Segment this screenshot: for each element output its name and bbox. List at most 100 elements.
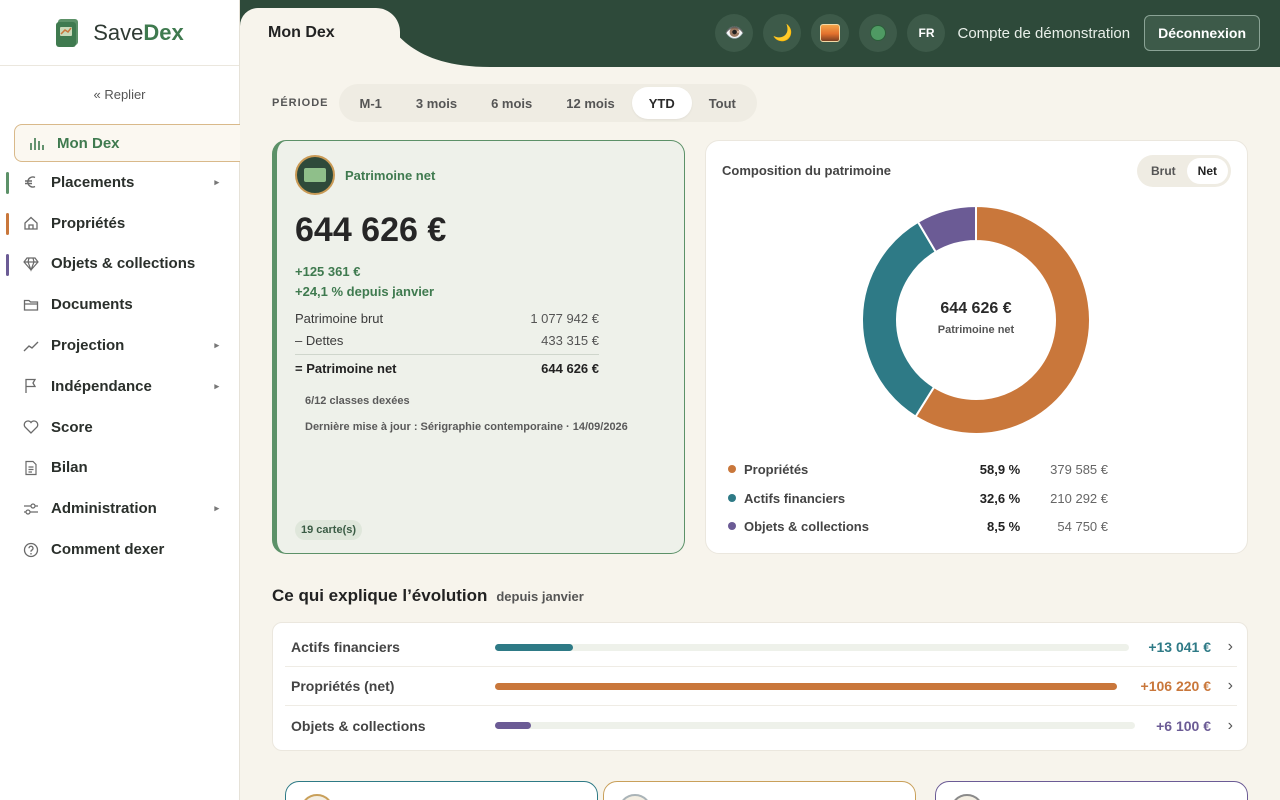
language-button[interactable]: FR: [907, 14, 946, 52]
evolution-row[interactable]: Objets & collections +6 100 € ›: [285, 706, 1237, 745]
sidebar-item-administration[interactable]: Administration ▸: [0, 488, 239, 529]
sidebar-item-label: Objets & collections: [51, 255, 196, 273]
next-card-properties[interactable]: [603, 781, 916, 800]
banknote-icon: [295, 155, 335, 195]
net-total-row: = Patrimoine net 644 626 €: [295, 354, 599, 376]
sidebar-item-comment-dexer[interactable]: Comment dexer: [0, 529, 239, 570]
sidebar-item-placements[interactable]: Placements ▸: [0, 162, 239, 203]
accent-bar: [6, 253, 9, 276]
sidebar-item-label: Comment dexer: [51, 541, 165, 559]
legend-dot: [728, 522, 736, 530]
accent-bar: [6, 172, 9, 194]
sidebar-item-propriétés[interactable]: Propriétés: [0, 203, 239, 244]
evolution-bar: [495, 682, 1117, 690]
sidebar-item-label: Administration: [51, 500, 157, 518]
toggle-gross[interactable]: Brut: [1140, 158, 1187, 184]
legend-name: Actifs financiers: [743, 490, 846, 506]
sidebar-item-label: Projection: [51, 337, 125, 355]
period-label: PÉRIODE: [272, 97, 329, 109]
evolution-row[interactable]: Actifs financiers +13 041 € ›: [285, 628, 1237, 667]
brand-name-suffix: Dex: [143, 19, 184, 45]
legend-row[interactable]: Actifs financiers 32,6 % 210 292 €: [728, 488, 1108, 508]
sidebar-item-indépendance[interactable]: Indépendance ▸: [0, 366, 239, 407]
submenu-arrow-icon: ▸: [214, 503, 219, 514]
debts-label: – Dettes: [295, 333, 344, 348]
legend-row[interactable]: Objets & collections 8,5 % 54 750 €: [728, 516, 1108, 536]
period-option[interactable]: 12 mois: [549, 87, 631, 119]
net-worth-delta-amount: +125 361 €: [295, 264, 361, 279]
net-total-label: = Patrimoine net: [295, 361, 397, 376]
sidebar-item-label: Documents: [51, 296, 133, 314]
brand[interactable]: SaveDex: [0, 0, 239, 66]
savedex-logo-icon: [55, 18, 81, 48]
chevron-right-icon: ›: [1227, 638, 1233, 655]
composition-card: Composition du patrimoine Brut Net 644 6…: [705, 140, 1248, 554]
sidebar-item-projection[interactable]: Projection ▸: [0, 325, 239, 366]
debts-row: – Dettes 433 315 €: [295, 333, 599, 348]
period-option[interactable]: Tout: [692, 87, 753, 119]
bar-chart-icon: [28, 134, 46, 152]
period-option[interactable]: 6 mois: [474, 87, 549, 119]
evolution-track: [495, 643, 1129, 651]
legend-percent: 32,6 %: [979, 490, 1021, 506]
next-card-collections[interactable]: [935, 781, 1248, 800]
donut-center-label: Patrimoine net: [937, 324, 1015, 336]
net-worth-title: Patrimoine net: [345, 167, 436, 183]
sidebar-item-label: Score: [51, 418, 93, 436]
sidebar-item-mon-dex[interactable]: Mon Dex: [14, 124, 240, 162]
toggle-net[interactable]: Net: [1186, 158, 1228, 184]
sidebar-item-label: Bilan: [51, 459, 88, 477]
sidebar-item-label: Propriétés: [51, 214, 126, 232]
heart-icon: [22, 418, 40, 436]
composition-title: Composition du patrimoine: [722, 163, 891, 178]
debts-value: 433 315 €: [541, 333, 599, 348]
sidebar-item-score[interactable]: Score: [0, 407, 239, 448]
net-worth-card[interactable]: Patrimoine net 644 626 € +125 361 € +24,…: [272, 140, 685, 554]
legend-dot: [728, 465, 736, 473]
logout-button[interactable]: Déconnexion: [1144, 15, 1260, 51]
gross-worth-value: 1 077 942 €: [530, 311, 599, 326]
next-card-financial[interactable]: [285, 781, 598, 800]
period-option[interactable]: 3 mois: [399, 87, 474, 119]
classes-count: 6/12 classes dexées: [305, 395, 410, 407]
period-pills: M-1 3 mois 6 mois 12 mois YTD Tout: [338, 84, 757, 122]
net-total-value: 644 626 €: [541, 361, 599, 376]
euro-icon: [22, 173, 40, 191]
sidebar-item-objets-collections[interactable]: Objets & collections: [0, 244, 239, 285]
image-icon[interactable]: [811, 14, 850, 52]
account-name: Compte de démonstration: [957, 24, 1131, 42]
evolution-track: [495, 682, 1117, 690]
net-worth-delta-percent: +24,1 % depuis janvier: [295, 284, 435, 299]
folder-icon: [22, 296, 40, 314]
period-option[interactable]: YTD: [631, 87, 692, 119]
period-option[interactable]: M-1: [343, 87, 399, 119]
moon-icon[interactable]: 🌙: [763, 14, 802, 52]
status-dot-icon[interactable]: [859, 14, 898, 52]
accent-bar: [6, 212, 9, 235]
legend-row[interactable]: Propriétés 58,9 % 379 585 €: [728, 459, 1108, 479]
sidebar-item-documents[interactable]: Documents: [0, 284, 239, 325]
evolution-value: +106 220 €: [1140, 678, 1211, 694]
evolution-label: Actifs financiers: [291, 639, 400, 655]
eye-icon[interactable]: 👁️: [715, 14, 754, 52]
collapse-sidebar-button[interactable]: « Replier: [0, 66, 239, 122]
sidebar-item-bilan[interactable]: Bilan: [0, 448, 239, 489]
legend-amount: 210 292 €: [1050, 490, 1108, 506]
evolution-heading: Ce qui explique l’évolution depuis janvi…: [272, 586, 584, 606]
home-icon: [22, 214, 40, 232]
sidebar-item-label: Indépendance: [51, 377, 152, 395]
tab-title: Mon Dex: [268, 24, 335, 41]
evolution-subtitle: depuis janvier: [496, 589, 584, 604]
net-worth-value: 644 626 €: [295, 211, 447, 249]
evolution-row[interactable]: Propriétés (net) +106 220 € ›: [285, 667, 1237, 706]
legend-amount: 54 750 €: [1057, 518, 1108, 534]
evolution-value: +6 100 €: [1156, 717, 1211, 734]
document-icon: [22, 459, 40, 477]
cards-count-badge: 19 carte(s): [295, 520, 363, 540]
evolution-card: Actifs financiers +13 041 € › Propriétés (n…: [272, 622, 1248, 751]
evolution-title: Ce qui explique l’évolution: [272, 586, 488, 605]
legend-percent: 58,9 %: [979, 461, 1021, 477]
legend-percent: 8,5 %: [986, 518, 1021, 534]
brand-name-prefix: Save: [93, 19, 144, 45]
help-icon: [22, 541, 40, 559]
